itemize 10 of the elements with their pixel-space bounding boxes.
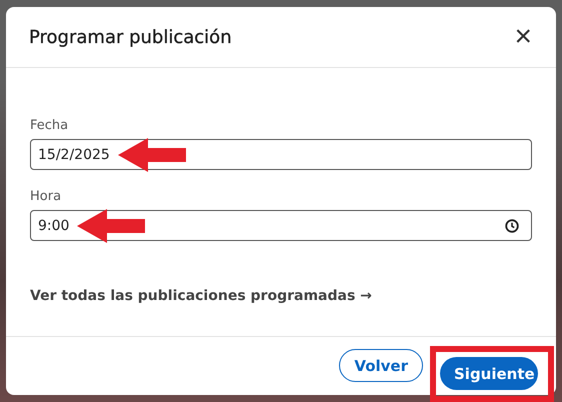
dialog-title: Programar publicación: [29, 26, 232, 48]
back-button[interactable]: Volver: [339, 349, 423, 382]
scheduled-posts-link[interactable]: Ver todas las publicaciones programadas →: [30, 288, 532, 304]
close-button[interactable]: ×: [510, 22, 536, 52]
field-label: Hora: [30, 189, 62, 204]
field-label: Fecha: [30, 118, 70, 133]
date-field[interactable]: 15/2/2025: [30, 139, 532, 170]
clock-icon[interactable]: [505, 218, 519, 232]
time-field[interactable]: 9:00: [30, 210, 532, 241]
next-button[interactable]: Siguiente: [440, 357, 538, 390]
